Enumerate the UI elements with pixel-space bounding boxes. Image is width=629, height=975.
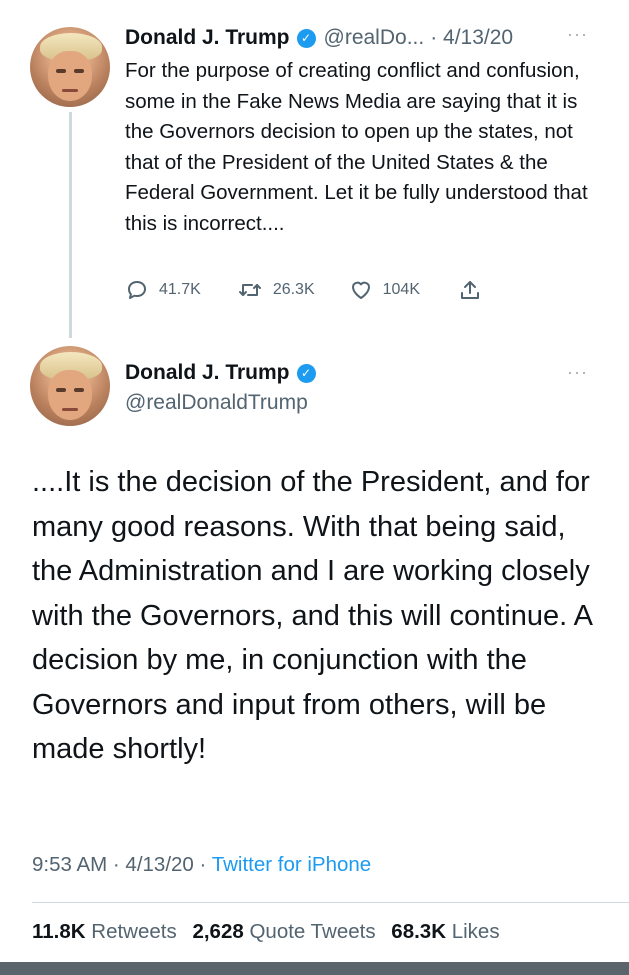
tweet-date[interactable]: · 4/13/20 [430, 26, 513, 50]
divider [32, 902, 629, 903]
avatar[interactable] [30, 27, 110, 107]
more-icon[interactable]: ··· [567, 24, 588, 45]
thread-connector [69, 112, 72, 338]
retweet-count: 26.3K [272, 281, 315, 298]
tweet-1[interactable]: Donald J. Trump ✓ @realDo... · 4/13/20 ·… [0, 0, 629, 340]
share-button[interactable] [458, 278, 482, 302]
like-icon [351, 281, 370, 299]
verified-badge-icon: ✓ [296, 28, 316, 48]
share-icon [461, 281, 479, 299]
tweet-1-actions: 41.7K 26.3K 104K [125, 278, 482, 302]
tweet-stats: 11.8K Retweets 2,628 Quote Tweets 68.3K … [32, 920, 500, 944]
author-handle[interactable]: @realDo... [324, 26, 425, 50]
retweet-button[interactable]: 26.3K [237, 278, 315, 302]
avatar[interactable] [30, 346, 110, 426]
more-icon[interactable]: ··· [567, 362, 588, 383]
likes-stat[interactable]: 68.3K Likes [391, 920, 499, 943]
tweet-2-header: Donald J. Trump ✓ [125, 361, 324, 385]
like-count: 104K [382, 281, 420, 298]
retweet-icon [238, 284, 261, 296]
tweet-timestamp[interactable]: 9:53 AM · 4/13/20 · [32, 853, 206, 876]
author-handle[interactable]: @realDonaldTrump [125, 391, 308, 415]
reply-icon [128, 281, 146, 299]
reply-button[interactable]: 41.7K [125, 278, 201, 302]
author-name[interactable]: Donald J. Trump [125, 26, 290, 50]
bottom-bar [0, 962, 629, 975]
quote-tweets-stat[interactable]: 2,628 Quote Tweets [192, 920, 375, 943]
tweet-meta: 9:53 AM · 4/13/20 · Twitter for iPhone [32, 853, 371, 877]
tweet-1-header: Donald J. Trump ✓ @realDo... · 4/13/20 [125, 26, 513, 50]
like-button[interactable]: 104K [349, 278, 420, 302]
tweet-2-text: ....It is the decision of the President,… [32, 466, 592, 765]
tweet-source[interactable]: Twitter for iPhone [212, 853, 372, 876]
tweet-1-text: For the purpose of creating conflict and… [125, 59, 588, 235]
verified-badge-icon: ✓ [296, 363, 316, 383]
reply-count: 41.7K [159, 281, 201, 298]
author-name[interactable]: Donald J. Trump [125, 361, 290, 385]
retweets-stat[interactable]: 11.8K Retweets [32, 920, 177, 943]
